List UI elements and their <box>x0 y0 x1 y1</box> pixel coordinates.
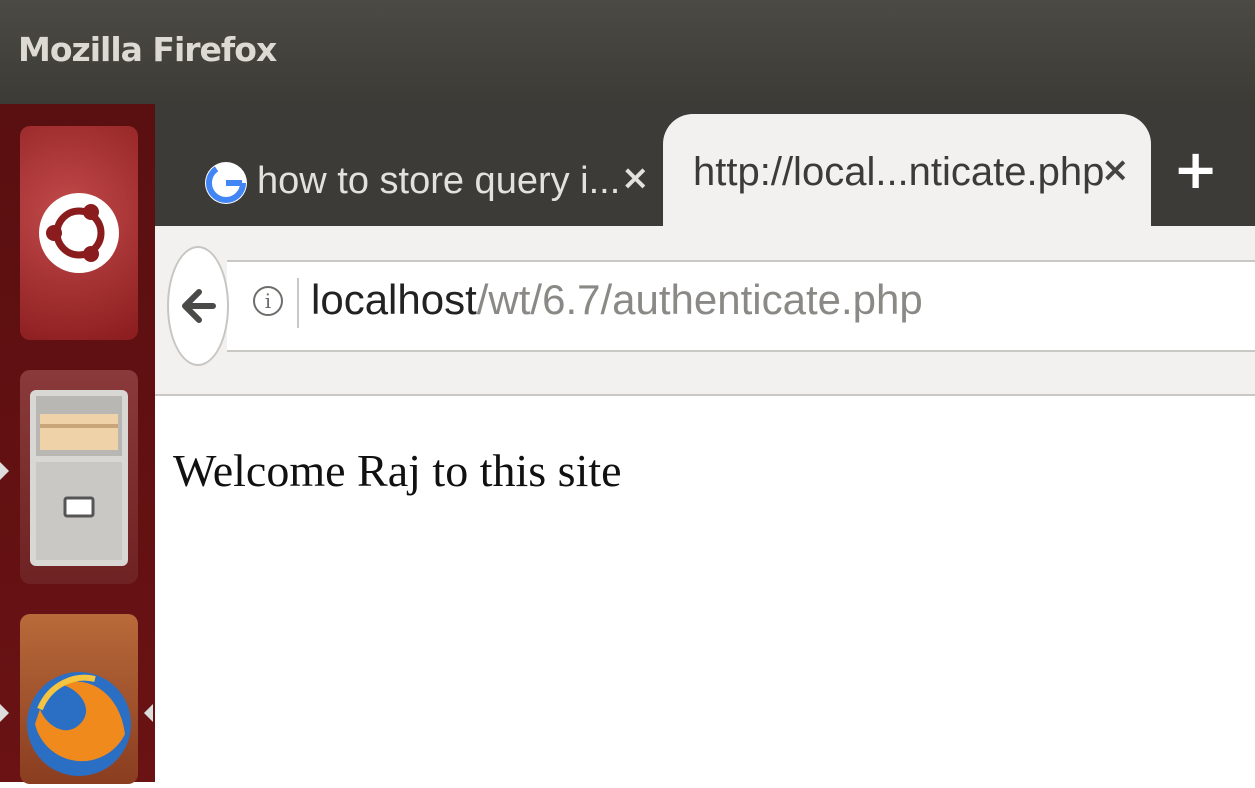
ubuntu-logo-icon <box>39 193 119 273</box>
new-tab-button[interactable]: + <box>1173 138 1218 201</box>
window-titlebar: Mozilla Firefox <box>0 0 1255 104</box>
firefox-icon <box>27 672 131 776</box>
tab-strip: how to store query i... × http://local..… <box>155 104 1255 226</box>
url-divider <box>297 278 299 328</box>
tab-label: how to store query i... <box>257 160 621 202</box>
launcher-focused-indicator <box>144 704 153 722</box>
tab-google-search[interactable]: how to store query i... × <box>175 116 675 226</box>
welcome-message: Welcome Raj to this site <box>173 445 622 496</box>
navigation-toolbar: i localhost/wt/6.7/authenticate.php <box>155 226 1255 396</box>
close-tab-icon[interactable]: × <box>1101 150 1130 190</box>
launcher-item-dash[interactable] <box>20 126 138 340</box>
unity-launcher <box>0 104 155 784</box>
url-bar[interactable]: i localhost/wt/6.7/authenticate.php <box>227 260 1255 352</box>
back-button[interactable] <box>167 246 229 366</box>
url-text[interactable]: localhost/wt/6.7/authenticate.php <box>311 276 923 324</box>
launcher-running-indicator <box>0 704 9 722</box>
file-cabinet-icon <box>30 390 128 566</box>
launcher-item-files[interactable] <box>20 370 138 584</box>
url-host: localhost <box>311 276 477 323</box>
close-tab-icon[interactable]: × <box>621 158 650 198</box>
launcher-item-firefox[interactable] <box>20 614 138 784</box>
window-title: Mozilla Firefox <box>18 30 277 69</box>
launcher-running-indicator <box>0 462 9 480</box>
google-icon <box>205 162 247 204</box>
back-arrow-icon <box>182 289 216 323</box>
tab-label: http://local...nticate.php <box>693 150 1105 194</box>
site-info-icon[interactable]: i <box>253 286 283 316</box>
url-path: /wt/6.7/authenticate.php <box>476 276 923 323</box>
page-content: Welcome Raj to this site <box>155 396 1255 782</box>
tab-authenticate[interactable]: http://local...nticate.php × <box>663 114 1151 226</box>
